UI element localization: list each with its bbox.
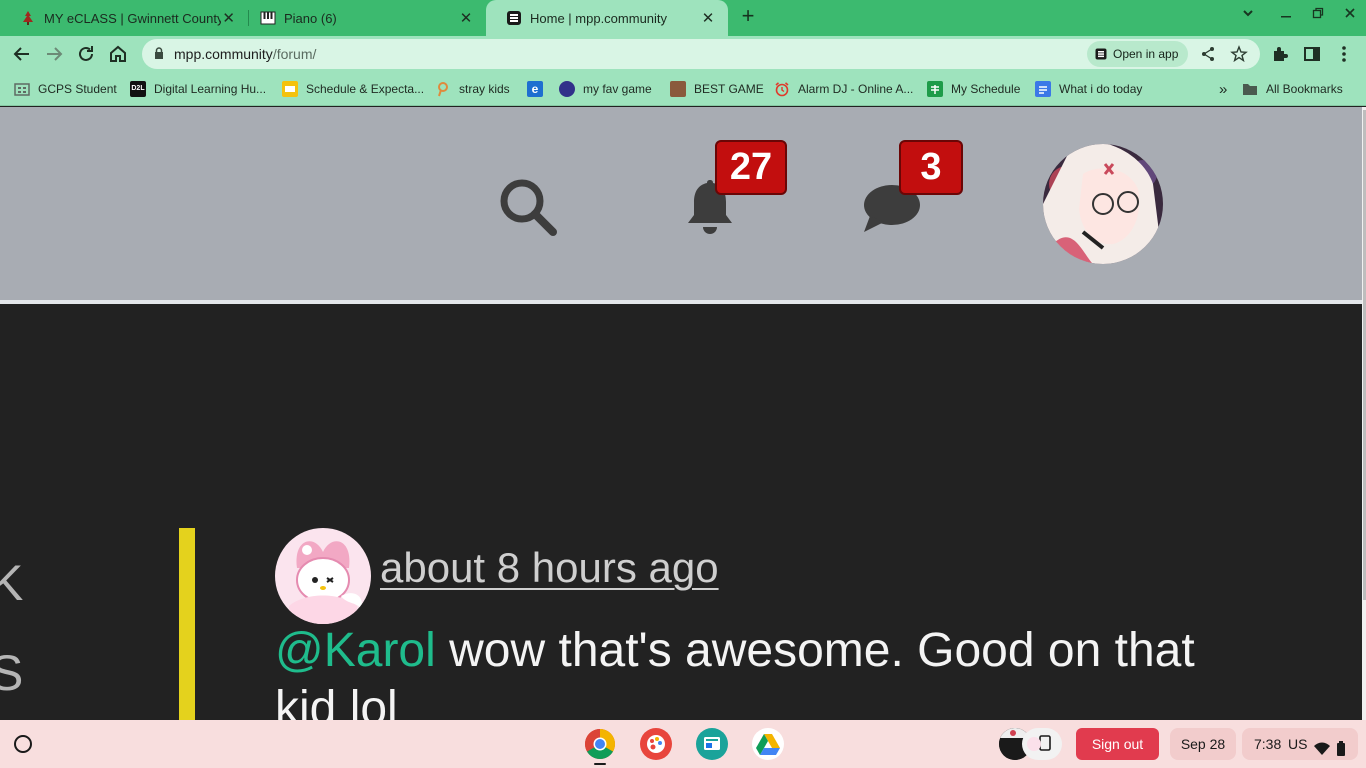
classroom-app-icon[interactable] (696, 728, 728, 760)
bookmark-label: Alarm DJ - Online A... (798, 82, 914, 96)
forward-icon[interactable] (42, 42, 66, 66)
input-locale: US (1288, 736, 1308, 752)
piano-favicon-icon (260, 10, 276, 26)
bookmark-label: My Schedule (951, 82, 1021, 96)
docs-icon (1035, 81, 1051, 97)
apps-grid-icon (14, 81, 30, 97)
bookmark-alarm-dj[interactable]: Alarm DJ - Online A... (774, 80, 913, 98)
user-avatar[interactable] (1043, 144, 1163, 264)
slides-icon (282, 81, 298, 97)
address-bar[interactable]: mpp.community/forum/ Open in app (142, 39, 1260, 69)
bookmark-best-game[interactable]: BEST GAME (670, 80, 764, 98)
url-host: mpp.community (174, 46, 273, 62)
tab-title: MY eCLASS | Gwinnett County P (44, 10, 222, 26)
reload-icon[interactable] (74, 42, 98, 66)
extensions-icon[interactable] (1270, 44, 1290, 64)
close-tab-icon[interactable]: ✕ (700, 9, 716, 27)
tab-mpp-community[interactable]: Home | mpp.community ✕ (486, 0, 728, 36)
open-app-icon (1095, 48, 1107, 60)
bookmark-label: my fav game (583, 82, 652, 96)
bookmark-star-icon[interactable] (1230, 45, 1248, 63)
battery-icon (1336, 736, 1346, 756)
bookmark-label: BEST GAME (694, 82, 764, 96)
bookmark-label: Schedule & Expecta... (306, 82, 425, 96)
tab-piano[interactable]: Piano (6) ✕ (240, 0, 486, 36)
back-icon[interactable] (10, 42, 34, 66)
eclass-favicon-icon (20, 10, 36, 26)
bookmark-label: stray kids (459, 82, 510, 96)
post-timestamp-link[interactable]: about 8 hours ago (380, 544, 719, 592)
folder-icon (1242, 81, 1258, 97)
forum-content: K S about 8 hours ago @Karol wow that's … (0, 304, 1362, 720)
status-tray[interactable]: 7:38 US (1242, 728, 1358, 760)
all-bookmarks-button[interactable]: All Bookmarks (1242, 80, 1343, 98)
close-tab-icon[interactable]: ✕ (221, 9, 236, 27)
chrome-app-icon[interactable] (584, 728, 616, 760)
post-text-line2: kid lol (275, 682, 398, 720)
bookmark-schedule[interactable]: Schedule & Expecta... (282, 80, 424, 98)
game-icon (559, 81, 575, 97)
date-pill[interactable]: Sep 28 (1170, 728, 1236, 760)
search-icon[interactable] (498, 177, 558, 237)
wifi-icon (1314, 736, 1330, 755)
bookmark-what-i-do-today[interactable]: What i do today (1035, 80, 1142, 98)
bookmark-my-fav-game[interactable]: my fav game (559, 80, 652, 98)
minimize-icon[interactable] (1276, 6, 1296, 23)
open-in-app-button[interactable]: Open in app (1087, 41, 1189, 67)
browser-toolbar: mpp.community/forum/ Open in app (0, 36, 1366, 72)
alarm-clock-icon (774, 81, 790, 97)
restore-icon[interactable] (1308, 6, 1328, 23)
stray-kids-icon (435, 81, 451, 97)
post-author-avatar[interactable] (275, 528, 371, 624)
bookmark-stray-kids[interactable]: stray kids (435, 80, 510, 98)
clipped-text-s: S (0, 645, 24, 701)
tab-title: Home | mpp.community (530, 10, 668, 26)
google-drive-app-icon[interactable] (752, 728, 784, 760)
url-path: /forum/ (272, 46, 317, 62)
tray-status-pill[interactable] (1022, 728, 1062, 760)
share-icon[interactable] (1199, 45, 1217, 63)
close-window-icon[interactable] (1340, 6, 1360, 23)
os-shelf: Sign out Sep 28 7:38 US (0, 720, 1366, 768)
bookmark-gcps-student[interactable]: GCPS Student (14, 80, 117, 98)
bookmark-my-schedule[interactable]: My Schedule (927, 80, 1020, 98)
clock-time: 7:38 (1254, 736, 1282, 752)
d2l-icon: D2L (130, 81, 146, 97)
tab-strip: MY eCLASS | Gwinnett County P ✕ Piano (6… (0, 0, 1366, 36)
post-text-line1: wow that's awesome. Good on that (435, 624, 1195, 677)
all-bookmarks-label: All Bookmarks (1266, 82, 1343, 96)
url-text: mpp.community/forum/ (174, 46, 316, 62)
notifications-count-badge: 27 (715, 140, 787, 195)
close-tab-icon[interactable]: ✕ (458, 9, 474, 27)
clipped-text-k: K (0, 555, 24, 611)
launcher-icon[interactable] (14, 735, 32, 753)
chrome-running-indicator (594, 763, 606, 765)
canvas-paint-app-icon[interactable] (640, 728, 672, 760)
bookmark-edge-site[interactable]: e (527, 80, 551, 98)
sheets-icon (927, 81, 943, 97)
tab-title: Piano (6) (284, 10, 337, 26)
bookmark-label: What i do today (1059, 82, 1143, 96)
bookmark-label: Digital Learning Hu... (154, 82, 267, 96)
sign-out-button[interactable]: Sign out (1076, 728, 1159, 760)
new-tab-icon[interactable]: + (737, 5, 759, 27)
menu-kebab-icon[interactable] (1334, 44, 1354, 64)
post-accent-bar (179, 528, 195, 720)
bookmarks-bar: GCPS Student D2L Digital Learning Hu... … (0, 72, 1366, 106)
user-mention-link[interactable]: @Karol (275, 624, 436, 677)
game-avatar-icon (670, 81, 686, 97)
tab-search-icon[interactable] (1238, 6, 1258, 23)
more-bookmarks-icon[interactable]: » (1219, 80, 1227, 98)
bookmark-d2l[interactable]: D2L Digital Learning Hu... (130, 80, 266, 98)
mpp-favicon-icon (506, 10, 522, 26)
lock-icon[interactable] (154, 47, 164, 60)
home-icon[interactable] (106, 42, 130, 66)
bookmark-label: GCPS Student (38, 82, 117, 96)
side-panel-icon[interactable] (1302, 44, 1322, 64)
post-body: @Karol wow that's awesome. Good on that … (275, 622, 1275, 720)
e-site-icon: e (527, 81, 543, 97)
open-in-app-label: Open in app (1113, 47, 1179, 61)
messages-count-badge: 3 (899, 140, 963, 195)
tab-eclass[interactable]: MY eCLASS | Gwinnett County P ✕ (0, 0, 248, 36)
